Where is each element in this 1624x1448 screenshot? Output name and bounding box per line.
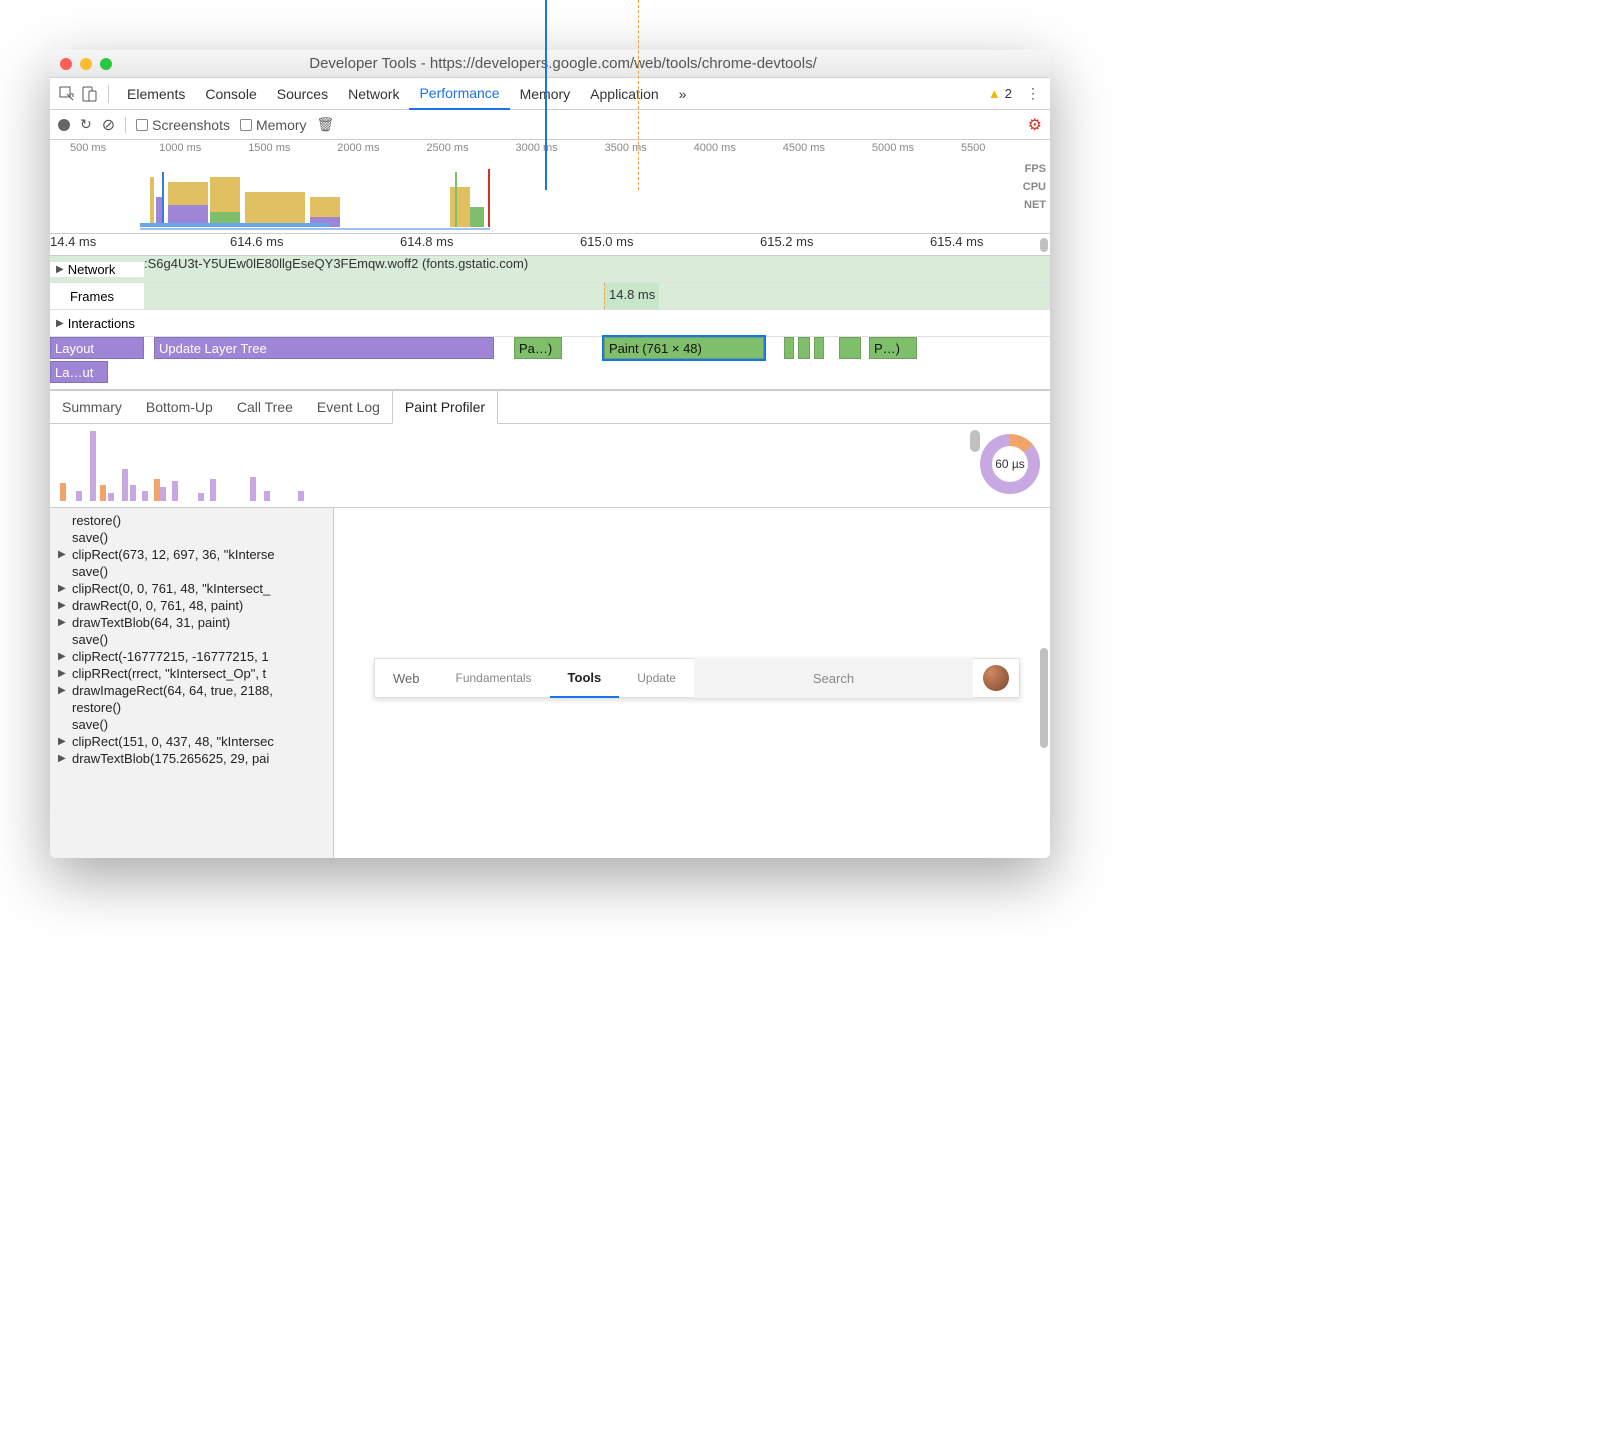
event-paint-block[interactable] <box>814 337 824 359</box>
draw-command[interactable]: ▶clipRect(151, 0, 437, 48, "kIntersec <box>50 733 333 750</box>
inspect-icon[interactable] <box>56 86 78 102</box>
tab-network[interactable]: Network <box>338 78 409 110</box>
chevron-right-icon: ▶ <box>56 318 64 329</box>
event-paint-block[interactable] <box>839 337 861 359</box>
paint-profiler-body: restore()save()▶clipRect(673, 12, 697, 3… <box>50 508 1050 858</box>
devtools-window: Developer Tools - https://developers.goo… <box>50 50 1050 858</box>
overview-lane-labels: FPS CPU NET <box>1023 160 1046 214</box>
chevron-right-icon: ▶ <box>58 668 68 679</box>
device-toggle-icon[interactable] <box>78 86 100 102</box>
tab-console[interactable]: Console <box>195 78 266 110</box>
warning-count: 2 <box>1005 86 1012 101</box>
track-network[interactable]: ▶Network :S6g4U3t-Y5UEw0lE80llgEseQY3FEm… <box>50 256 1050 283</box>
draw-command[interactable]: ▶drawImageRect(64, 64, true, 2188, <box>50 682 333 699</box>
memory-checkbox[interactable]: Memory <box>240 117 307 133</box>
nav-update: Update <box>619 658 694 698</box>
tabs-overflow[interactable]: » <box>669 78 697 110</box>
draw-command[interactable]: save() <box>50 529 333 546</box>
chevron-right-icon: ▶ <box>58 736 68 747</box>
warning-icon: ▲ <box>988 86 1001 101</box>
clear-button[interactable]: ⊘ <box>102 115 115 135</box>
draw-command[interactable]: ▶clipRect(-16777215, -16777215, 1 <box>50 648 333 665</box>
nav-search: Search <box>694 658 973 698</box>
event-paint-block[interactable] <box>784 337 794 359</box>
chevron-right-icon: ▶ <box>58 583 68 594</box>
draw-command[interactable]: ▶clipRRect(rrect, "kIntersect_Op", t <box>50 665 333 682</box>
draw-command[interactable]: save() <box>50 631 333 648</box>
track-main[interactable]: ▼Main Layout La…ut Update Layer Tree Pa…… <box>50 337 1050 390</box>
tab-application[interactable]: Application <box>580 78 669 110</box>
draw-command[interactable]: ▶clipRect(0, 0, 761, 48, "kIntersect_ <box>50 580 333 597</box>
overview-chart <box>50 167 600 227</box>
preview-rendered-nav: Web Fundamentals Tools Update Search <box>374 658 1020 698</box>
detail-tabs: Summary Bottom-Up Call Tree Event Log Pa… <box>50 390 1050 424</box>
draw-command[interactable]: ▶drawRect(0, 0, 761, 48, paint) <box>50 597 333 614</box>
time-donut: 60 µs <box>980 434 1040 494</box>
nav-tools: Tools <box>550 658 620 698</box>
frame-boundary-marker <box>638 50 639 190</box>
event-layout[interactable]: Layout <box>50 337 144 359</box>
event-paint-trunc2[interactable]: P…) <box>869 337 917 359</box>
dtab-summary[interactable]: Summary <box>50 391 134 423</box>
avatar <box>983 665 1009 691</box>
timeline-overview[interactable]: 500 ms1000 ms1500 ms2000 ms2500 ms3000 m… <box>50 140 1050 234</box>
tab-sources[interactable]: Sources <box>267 78 338 110</box>
close-icon[interactable] <box>60 58 72 70</box>
ruler-scrollbar[interactable] <box>1040 238 1048 252</box>
overview-ticks: 500 ms1000 ms1500 ms2000 ms2500 ms3000 m… <box>50 140 1050 154</box>
profiler-scrollbar[interactable] <box>970 430 980 452</box>
nav-web: Web <box>375 658 438 698</box>
chevron-right-icon: ▶ <box>58 600 68 611</box>
current-time-marker <box>545 50 547 190</box>
garbage-collect-button[interactable]: 🗑 <box>317 116 335 133</box>
draw-command[interactable]: save() <box>50 563 333 580</box>
screenshots-checkbox[interactable]: Screenshots <box>136 117 230 133</box>
network-request-label: :S6g4U3t-Y5UEw0lE80llgEseQY3FEmqw.woff2 … <box>144 256 528 271</box>
chevron-right-icon: ▶ <box>58 753 68 764</box>
dtab-call-tree[interactable]: Call Tree <box>225 391 305 423</box>
warnings-badge[interactable]: ▲ 2 <box>988 86 1012 101</box>
track-frames[interactable]: Frames 14.8 ms <box>50 283 1050 310</box>
time-ruler[interactable]: 14.4 ms 614.6 ms 614.8 ms 615.0 ms 615.2… <box>50 234 1050 256</box>
draw-command[interactable]: restore() <box>50 512 333 529</box>
tab-performance[interactable]: Performance <box>409 78 509 110</box>
event-paint-block[interactable] <box>798 337 810 359</box>
chevron-right-icon: ▶ <box>58 617 68 628</box>
settings-gear-icon[interactable]: ⚙ <box>1028 115 1042 135</box>
flame-tracks: ▶Network :S6g4U3t-Y5UEw0lE80llgEseQY3FEm… <box>50 256 1050 390</box>
event-layout-nested[interactable]: La…ut <box>50 361 108 383</box>
nav-fundamentals: Fundamentals <box>438 658 550 698</box>
window-title: Developer Tools - https://developers.goo… <box>86 55 1040 72</box>
dtab-event-log[interactable]: Event Log <box>305 391 392 423</box>
reload-button[interactable]: ↻ <box>80 116 92 133</box>
dtab-paint-profiler[interactable]: Paint Profiler <box>392 391 498 424</box>
chevron-right-icon: ▶ <box>58 549 68 560</box>
draw-command[interactable]: ▶clipRect(673, 12, 697, 36, "kInterse <box>50 546 333 563</box>
draw-command[interactable]: save() <box>50 716 333 733</box>
paint-preview: Web Fundamentals Tools Update Search <box>334 508 1050 858</box>
titlebar: Developer Tools - https://developers.goo… <box>50 50 1050 78</box>
tab-elements[interactable]: Elements <box>117 78 195 110</box>
event-update-layer-tree[interactable]: Update Layer Tree <box>154 337 494 359</box>
frame-duration[interactable]: 14.8 ms <box>604 283 659 309</box>
chevron-right-icon: ▶ <box>58 685 68 696</box>
paint-profiler-chart[interactable]: 60 µs <box>50 424 1050 508</box>
preview-scrollbar[interactable] <box>1040 648 1048 748</box>
chevron-right-icon: ▶ <box>56 264 64 275</box>
track-interactions[interactable]: ▶Interactions <box>50 310 1050 337</box>
chevron-right-icon: ▶ <box>58 651 68 662</box>
panel-tabs: Elements Console Sources Network Perform… <box>50 78 1050 110</box>
record-button[interactable] <box>58 119 70 131</box>
kebab-icon[interactable]: ⋮ <box>1022 85 1044 102</box>
draw-command[interactable]: restore() <box>50 699 333 716</box>
draw-command[interactable]: ▶drawTextBlob(175.265625, 29, pai <box>50 750 333 767</box>
draw-command[interactable]: ▶drawTextBlob(64, 31, paint) <box>50 614 333 631</box>
event-paint-selected[interactable]: Paint (761 × 48) <box>604 337 764 359</box>
dtab-bottom-up[interactable]: Bottom-Up <box>134 391 225 423</box>
draw-commands-list[interactable]: restore()save()▶clipRect(673, 12, 697, 3… <box>50 508 334 858</box>
event-paint-trunc[interactable]: Pa…) <box>514 337 562 359</box>
performance-toolbar: ↻ ⊘ Screenshots Memory 🗑 ⚙ <box>50 110 1050 140</box>
